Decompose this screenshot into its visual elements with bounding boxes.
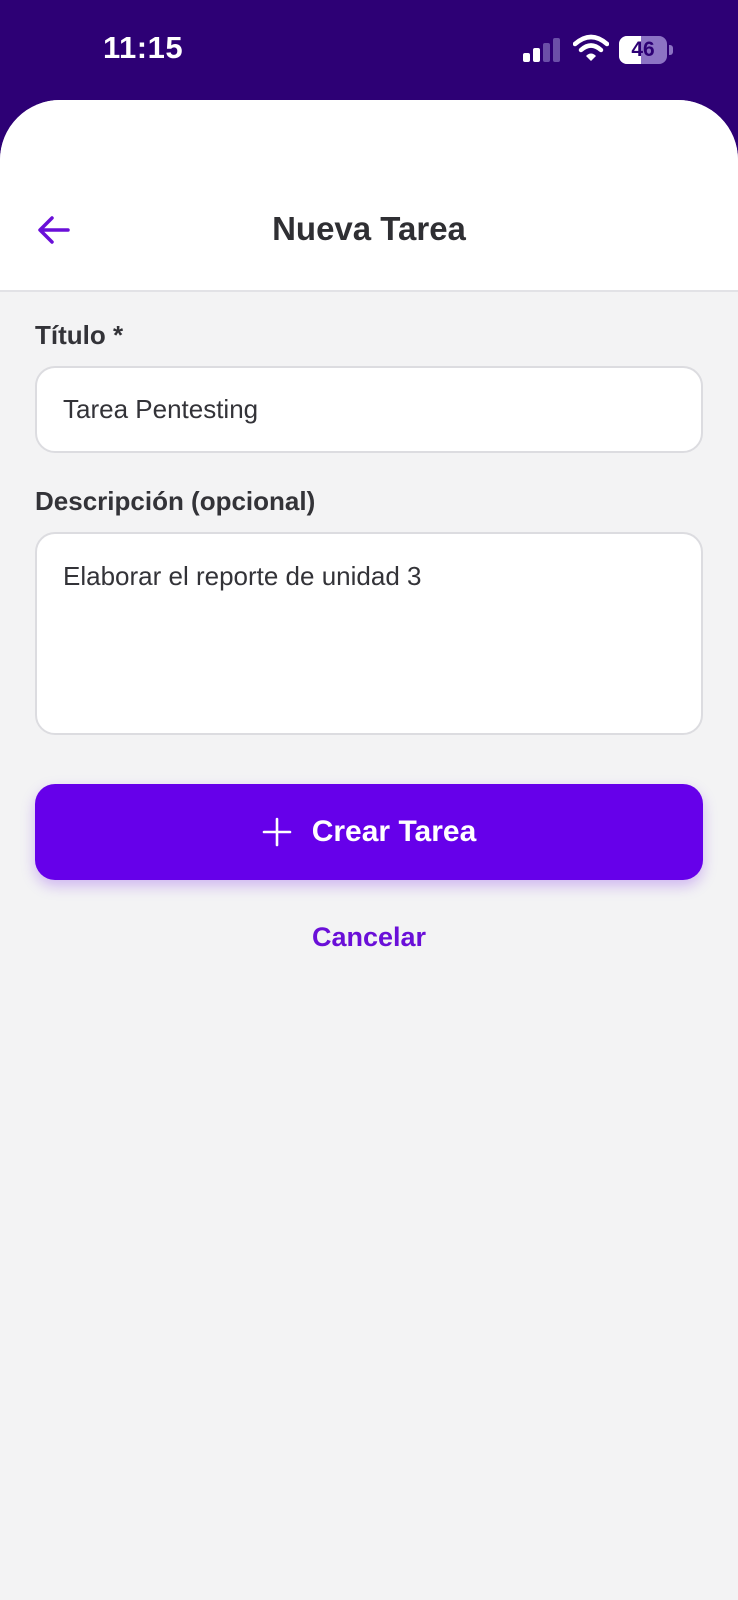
create-task-label: Crear Tarea [311, 815, 477, 848]
wifi-icon [573, 34, 609, 61]
battery-tip [669, 45, 673, 55]
title-input[interactable]: Tarea Pentesting [35, 366, 703, 453]
description-label: Descripción (opcional) [35, 486, 316, 516]
battery-level: 46 [631, 38, 655, 61]
status-bar: 11:15 46 [0, 0, 738, 100]
signal-icon [523, 38, 560, 62]
battery-icon: 46 [619, 36, 673, 64]
cancel-button[interactable]: Cancelar [0, 922, 738, 953]
status-time: 11:15 [103, 30, 184, 65]
title-label: Título * [35, 320, 124, 350]
create-task-button[interactable]: Crear Tarea [35, 784, 703, 880]
header: Nueva Tarea [0, 100, 738, 292]
battery-body: 46 [619, 36, 667, 64]
plus-icon [262, 817, 292, 847]
description-input[interactable]: Elaborar el reporte de unidad 3 [35, 532, 703, 735]
new-task-screen: Nueva Tarea Título * Tarea Pentesting De… [0, 100, 738, 1600]
page-title: Nueva Tarea [272, 210, 466, 247]
